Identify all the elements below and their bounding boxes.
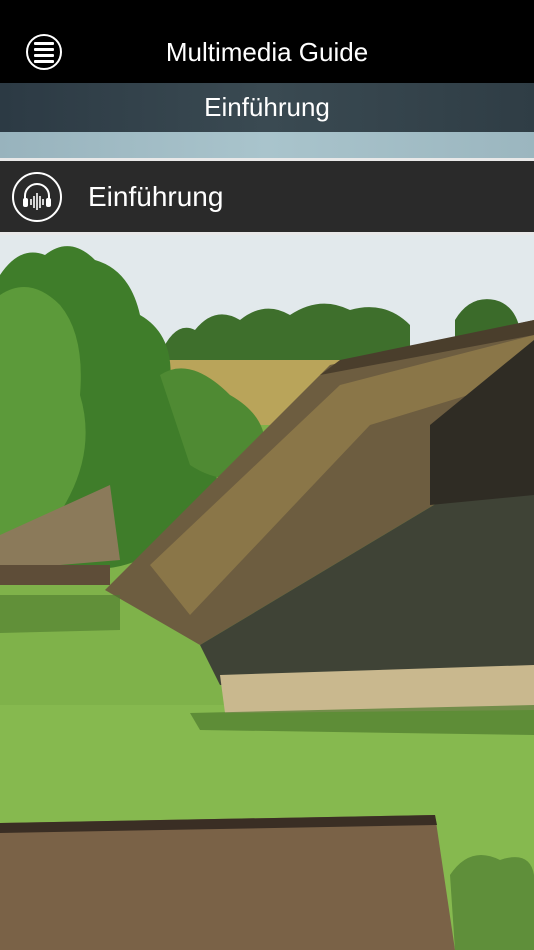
top-navigation-bar: Multimedia Guide: [0, 0, 534, 83]
section-title-bar: Einführung: [0, 83, 534, 132]
app-title: Multimedia Guide: [165, 37, 369, 67]
track-title: Einführung: [88, 181, 224, 212]
audio-headphones-icon[interactable]: [12, 172, 62, 222]
longhouse-photo: [0, 235, 534, 950]
audio-track-item[interactable]: Einführung: [0, 161, 534, 232]
banner-strip: [0, 132, 534, 158]
